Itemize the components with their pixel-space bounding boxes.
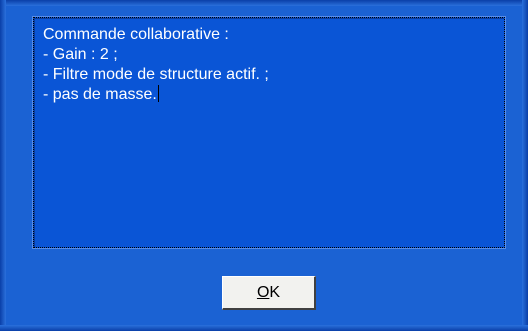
- dialog-window: Commande collaborative : - Gain : 2 ; - …: [0, 0, 528, 331]
- frame-top: [0, 0, 528, 6]
- text-caret: [157, 85, 159, 102]
- message-text-area[interactable]: Commande collaborative : - Gain : 2 ; - …: [32, 16, 506, 249]
- message-line-filter: - Filtre mode de structure actif. ;: [43, 66, 269, 83]
- message-line-mass: - pas de masse.: [43, 85, 504, 105]
- ok-button-label: K: [269, 283, 281, 301]
- frame-left: [0, 0, 6, 331]
- message-line-mass-text: - pas de masse.: [43, 86, 157, 103]
- message-line-gain: - Gain : 2 ;: [43, 46, 118, 63]
- ok-button[interactable]: OK: [222, 276, 316, 310]
- message-line-title: Commande collaborative :: [43, 26, 229, 43]
- frame-bottom: [0, 325, 528, 331]
- frame-right: [522, 0, 528, 331]
- ok-button-mnemonic: O: [256, 283, 270, 301]
